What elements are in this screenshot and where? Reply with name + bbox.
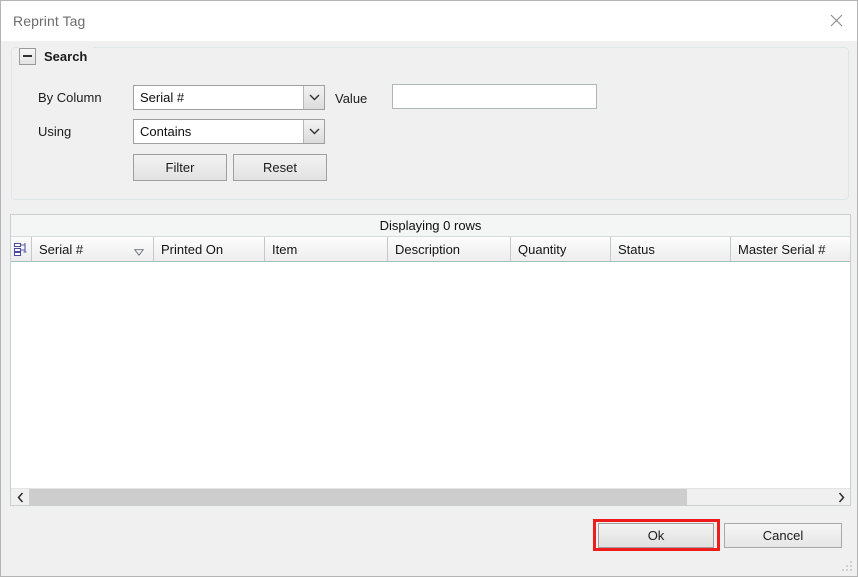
chevron-left-icon[interactable] [11,489,29,505]
dialog-title: Reprint Tag [13,13,86,29]
by-column-value: Serial # [140,90,185,105]
reprint-tag-dialog: Reprint Tag Search By Column Serial # Us… [0,0,858,577]
grid-column-label: Item [272,241,298,257]
minus-icon[interactable] [19,47,36,65]
value-label: Value [335,91,368,106]
results-grid-panel: Displaying 0 rows Serial # Printed On It… [10,214,851,506]
scrollbar-thumb[interactable] [29,489,688,505]
grid-column-label: Status [618,241,655,257]
chevron-down-icon[interactable] [303,120,324,143]
grid-column-label: Printed On [161,241,224,257]
value-input[interactable] [392,84,597,109]
grid-column-label: Master Serial # [738,241,826,257]
grid-column-label: Serial # [39,241,84,257]
by-column-select[interactable]: Serial # [133,85,325,110]
by-column-label: By Column [38,90,102,105]
grid-column-label: Quantity [518,241,567,257]
using-label: Using [38,124,72,139]
grid-column-header[interactable]: Item [265,237,388,261]
chevron-right-icon[interactable] [832,489,850,505]
filter-button[interactable]: Filter [133,154,227,181]
reset-button[interactable]: Reset [233,154,327,181]
grid-caption: Displaying 0 rows [11,215,850,237]
grid-column-header[interactable]: Serial # [32,237,154,261]
grid-column-header[interactable]: Master Serial # [731,237,850,261]
resize-grip-icon[interactable] [840,559,854,573]
grid-body-empty [11,263,850,487]
close-icon[interactable] [813,1,857,39]
dialog-titlebar: Reprint Tag [1,1,857,41]
grid-column-label: Description [395,241,461,257]
grid-column-header[interactable]: Status [611,237,731,261]
scrollbar-track[interactable] [29,489,832,505]
grid-column-header[interactable]: Quantity [511,237,611,261]
grid-settings-icon[interactable] [11,237,32,261]
grid-column-header[interactable]: Printed On [154,237,265,261]
search-group-header: Search [19,46,94,66]
sort-descending-icon [133,244,145,259]
chevron-down-icon[interactable] [303,86,324,109]
cancel-button[interactable]: Cancel [724,523,842,548]
using-select[interactable]: Contains [133,119,325,144]
search-group-title: Search [44,48,88,64]
ok-button[interactable]: Ok [598,523,714,548]
grid-header-row: Serial # Printed On Item Description Qua… [11,237,850,262]
grid-horizontal-scrollbar[interactable] [11,488,850,505]
using-value: Contains [140,124,192,139]
grid-column-header[interactable]: Description [388,237,511,261]
